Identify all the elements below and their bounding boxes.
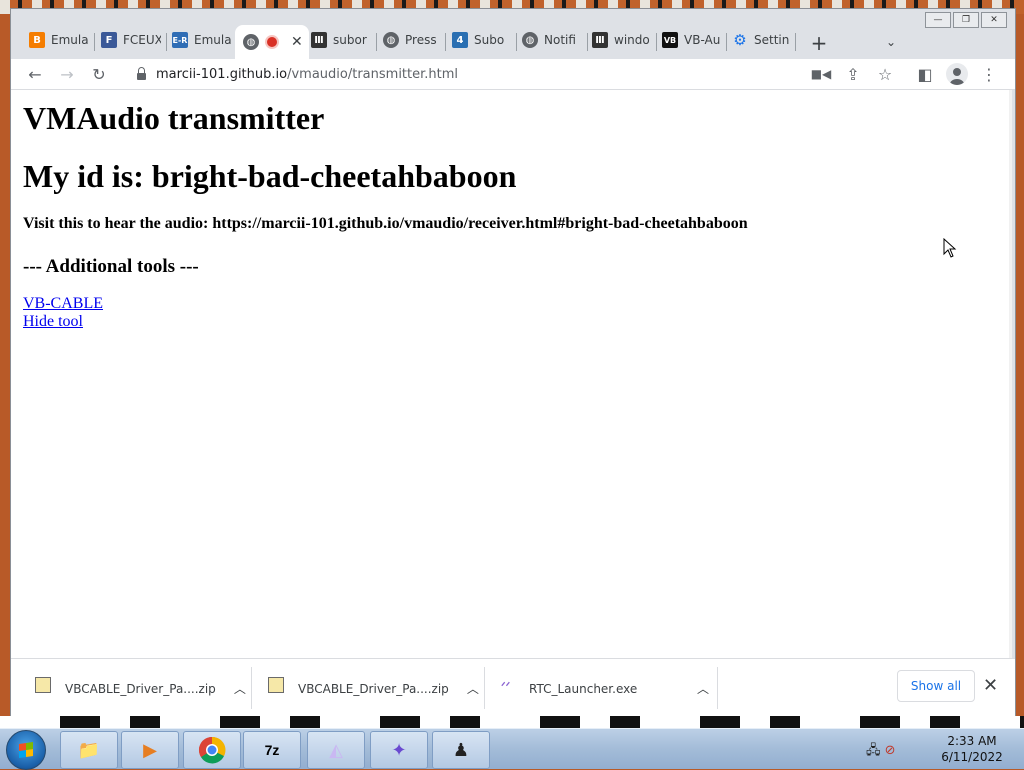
new-tab-button[interactable]: + bbox=[807, 31, 831, 55]
share-icon[interactable]: ⇪ bbox=[843, 64, 863, 84]
tab-windo[interactable]: Ⅲ windo bbox=[592, 24, 654, 56]
close-tab-icon[interactable]: ✕ bbox=[291, 34, 303, 50]
url-host: marcii-101.github.io bbox=[156, 66, 288, 82]
tab-settings[interactable]: ⚙ Settin bbox=[732, 24, 794, 56]
close-shelf-icon[interactable]: ✕ bbox=[983, 675, 998, 696]
tab-title: Settin bbox=[754, 33, 790, 47]
start-button[interactable] bbox=[6, 730, 46, 770]
recording-indicator-icon bbox=[265, 35, 279, 49]
vb-cable-link[interactable]: VB-CABLE bbox=[23, 295, 103, 313]
fceux-icon: F bbox=[101, 32, 117, 48]
download-shelf: VBCABLE_Driver_Pa....zip ︿ VBCABLE_Drive… bbox=[11, 658, 1015, 718]
chevron-up-icon[interactable]: ︿ bbox=[697, 680, 709, 697]
page-scrollbar[interactable] bbox=[1009, 90, 1012, 658]
vmaudio-icon[interactable]: ◭ bbox=[307, 731, 365, 769]
globe-icon: ◍ bbox=[522, 32, 538, 48]
download-item-3[interactable]: ᐟᐟ RTC_Launcher.exe ︿ bbox=[477, 659, 717, 718]
tab-vb-audio[interactable]: VB VB-Au bbox=[662, 24, 724, 56]
mouse-cursor-icon bbox=[943, 238, 957, 258]
more-menu-icon[interactable]: ⋮ bbox=[979, 64, 999, 84]
tab-emula-2[interactable]: E-R Emula bbox=[172, 24, 232, 56]
show-all-downloads-button[interactable]: Show all bbox=[897, 670, 975, 702]
tab-title: Emula bbox=[51, 33, 89, 47]
explorer-icon[interactable]: 📁 bbox=[60, 731, 118, 769]
exe-file-icon: ᐟᐟ bbox=[501, 679, 511, 693]
system-tray: 🖧 ⊘ bbox=[866, 741, 896, 763]
archive-icon: Ⅲ bbox=[592, 32, 608, 48]
tab-title: VB-Au bbox=[684, 33, 721, 47]
tab-fceux[interactable]: F FCEUX bbox=[101, 24, 161, 56]
web-page: VMAudio transmitter My id is: bright-bad… bbox=[11, 90, 1012, 658]
tab-title: Emula bbox=[194, 33, 232, 47]
tab-search-chevron-icon[interactable]: ⌄ bbox=[886, 35, 896, 49]
four-icon: 4 bbox=[452, 32, 468, 48]
tab-title: FCEUX bbox=[123, 33, 161, 47]
vb-icon: VB bbox=[662, 32, 678, 48]
hide-tool-link[interactable]: Hide tool bbox=[23, 313, 83, 331]
side-panel-icon[interactable]: ◧ bbox=[915, 64, 935, 84]
tab-title: windo bbox=[614, 33, 650, 47]
desktop-wallpaper-bottom bbox=[0, 716, 1024, 728]
download-filename: VBCABLE_Driver_Pa....zip bbox=[65, 681, 216, 696]
tab-subo[interactable]: 4 Subo bbox=[452, 24, 512, 56]
archive-icon: Ⅲ bbox=[311, 32, 327, 48]
anonymous-icon[interactable]: ♟ bbox=[432, 731, 490, 769]
id-heading: My id is: bright-bad-cheetahbaboon bbox=[23, 158, 517, 194]
zip-file-icon bbox=[35, 676, 51, 693]
volume-muted-icon[interactable]: ⊘ bbox=[885, 743, 896, 758]
7zip-icon[interactable]: 7z bbox=[243, 731, 301, 769]
media-player-icon[interactable]: ▶ bbox=[121, 731, 179, 769]
clock-date: 6/11/2022 bbox=[941, 750, 1003, 764]
tab-press[interactable]: ◍ Press bbox=[383, 24, 441, 56]
reload-icon[interactable]: ↻ bbox=[89, 64, 109, 84]
bookmark-star-icon[interactable]: ☆ bbox=[875, 64, 895, 84]
download-item-1[interactable]: VBCABLE_Driver_Pa....zip ︿ bbox=[11, 659, 251, 718]
blogger-icon: B bbox=[29, 32, 45, 48]
network-icon[interactable]: 🖧 bbox=[866, 743, 881, 758]
tab-title: Notifi bbox=[544, 33, 576, 47]
tab-active-transmitter[interactable]: ◍ ✕ bbox=[235, 25, 309, 59]
tab-strip: B Emula F FCEUX E-R Emula ◍ ✕ Ⅲ subor ◍ … bbox=[11, 21, 1015, 59]
browser-toolbar: ← → ↻ marcii-101.github.io/vmaudio/trans… bbox=[11, 59, 1015, 90]
cat-app-icon[interactable]: ✦ bbox=[370, 731, 428, 769]
chrome-icon[interactable] bbox=[183, 731, 241, 769]
profile-avatar-icon[interactable] bbox=[946, 63, 968, 85]
tab-emula-1[interactable]: B Emula bbox=[29, 24, 89, 56]
lock-icon bbox=[137, 66, 146, 80]
page-title: VMAudio transmitter bbox=[23, 100, 325, 136]
tab-subor-1[interactable]: Ⅲ subor bbox=[311, 24, 373, 56]
url-path: /vmaudio/transmitter.html bbox=[287, 66, 459, 82]
additional-tools-heading: --- Additional tools --- bbox=[23, 256, 199, 277]
zip-file-icon bbox=[268, 676, 284, 693]
emu-icon: E-R bbox=[172, 32, 188, 48]
tab-notifi[interactable]: ◍ Notifi bbox=[522, 24, 584, 56]
tab-title: subor bbox=[333, 33, 367, 47]
camera-icon[interactable]: ■◀ bbox=[811, 64, 832, 84]
visit-instruction: Visit this to hear the audio: https://ma… bbox=[23, 215, 748, 232]
back-arrow-icon[interactable]: ← bbox=[25, 64, 45, 84]
globe-icon: ◍ bbox=[243, 34, 259, 50]
forward-arrow-icon[interactable]: → bbox=[57, 64, 77, 84]
address-bar[interactable]: marcii-101.github.io/vmaudio/transmitter… bbox=[125, 61, 845, 87]
browser-window: — ❐ ✕ B Emula F FCEUX E-R Emula ◍ ✕ Ⅲ su… bbox=[10, 8, 1016, 718]
globe-icon: ◍ bbox=[383, 32, 399, 48]
tab-title: Press bbox=[405, 33, 437, 47]
taskbar: 📁 ▶ 7z ◭ ✦ ♟ 🖧 ⊘ 2:33 AM 6/11/2022 bbox=[0, 728, 1024, 770]
download-filename: RTC_Launcher.exe bbox=[529, 681, 638, 696]
download-filename: VBCABLE_Driver_Pa....zip bbox=[298, 681, 449, 696]
clock[interactable]: 2:33 AM 6/11/2022 bbox=[930, 733, 1014, 765]
clock-time: 2:33 AM bbox=[947, 734, 997, 748]
tab-title: Subo bbox=[474, 33, 505, 47]
download-item-2[interactable]: VBCABLE_Driver_Pa....zip ︿ bbox=[244, 659, 484, 718]
gear-icon: ⚙ bbox=[733, 31, 747, 49]
